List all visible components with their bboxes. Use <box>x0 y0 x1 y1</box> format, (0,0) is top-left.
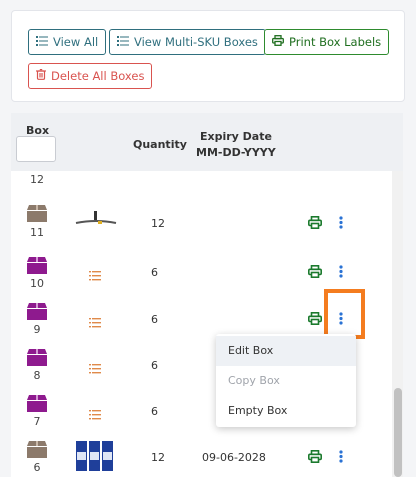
quantity-column-header: Quantity <box>133 138 187 151</box>
box-number: 6 <box>33 461 41 474</box>
quantity-cell: 6 <box>151 313 158 326</box>
quantity-cell: 6 <box>151 405 158 418</box>
actions-card: View All View Multi-SKU Boxes Print Box … <box>11 10 405 102</box>
quantity-cell: 12 <box>151 171 165 173</box>
boxes-table-body: 12 12 11 12 10 6 <box>11 171 392 477</box>
printer-icon[interactable] <box>308 448 322 467</box>
box-icon <box>26 440 48 462</box>
view-all-label: View All <box>53 35 99 49</box>
box-icon <box>26 256 48 278</box>
box-number: 12 <box>30 173 44 186</box>
delete-all-boxes-label: Delete All Boxes <box>51 69 145 83</box>
table-row: 11 12 <box>11 201 392 247</box>
table-header: Box Quantity Expiry Date MM-DD-YYYY <box>11 113 403 171</box>
kebab-menu-icon[interactable] <box>339 310 343 329</box>
box-number: 7 <box>33 415 41 428</box>
product-list-icon[interactable] <box>89 405 101 424</box>
print-box-labels-button[interactable]: Print Box Labels <box>264 29 390 55</box>
kebab-menu-icon[interactable] <box>339 263 343 282</box>
printer-icon[interactable] <box>308 263 322 282</box>
box-icon <box>26 302 48 324</box>
quantity-cell: 6 <box>151 266 158 279</box>
table-row: 6 12 09-06-2028 <box>11 437 392 477</box>
quantity-cell: 12 <box>151 451 165 464</box>
trash-icon <box>36 69 46 83</box>
menu-item-empty-box[interactable]: Empty Box <box>216 396 356 426</box>
box-icon <box>26 394 48 416</box>
product-list-icon[interactable] <box>89 266 101 285</box>
box-context-menu: Edit Box Copy Box Empty Box <box>216 334 356 427</box>
printer-icon[interactable] <box>308 214 322 233</box>
box-number: 8 <box>33 369 41 382</box>
delete-all-boxes-button[interactable]: Delete All Boxes <box>28 63 153 89</box>
menu-item-copy-box: Copy Box <box>228 374 280 387</box>
expiry-format-header: MM-DD-YYYY <box>196 146 276 159</box>
table-row: 10 6 <box>11 253 392 299</box>
scrollbar-thumb[interactable] <box>394 388 402 477</box>
print-box-labels-label: Print Box Labels <box>289 35 382 49</box>
box-filter-input[interactable] <box>16 136 56 162</box>
box-number: 11 <box>30 226 44 239</box>
box-icon <box>26 204 48 226</box>
expiry-column-header: Expiry Date <box>200 130 272 143</box>
product-image <box>75 440 115 476</box>
printer-icon[interactable] <box>308 310 322 329</box>
menu-item-edit-box[interactable]: Edit Box <box>216 336 356 366</box>
printer-icon <box>272 35 284 49</box>
quantity-cell: 12 <box>151 217 165 230</box>
view-multi-sku-label: View Multi-SKU Boxes <box>134 35 258 49</box>
box-number: 9 <box>33 323 41 336</box>
expiry-date-cell: 09-06-2028 <box>202 451 266 464</box>
box-number: 10 <box>30 277 44 290</box>
view-multi-sku-button[interactable]: View Multi-SKU Boxes <box>109 29 266 55</box>
kebab-menu-icon[interactable] <box>339 448 343 467</box>
product-image <box>74 210 118 232</box>
quantity-cell: 6 <box>151 359 158 372</box>
list-icon <box>117 35 129 49</box>
box-icon <box>26 348 48 370</box>
list-icon <box>36 35 48 49</box>
product-list-icon[interactable] <box>89 359 101 378</box>
view-all-button[interactable]: View All <box>28 29 107 55</box>
kebab-menu-icon[interactable] <box>339 214 343 233</box>
product-list-icon[interactable] <box>89 313 101 332</box>
